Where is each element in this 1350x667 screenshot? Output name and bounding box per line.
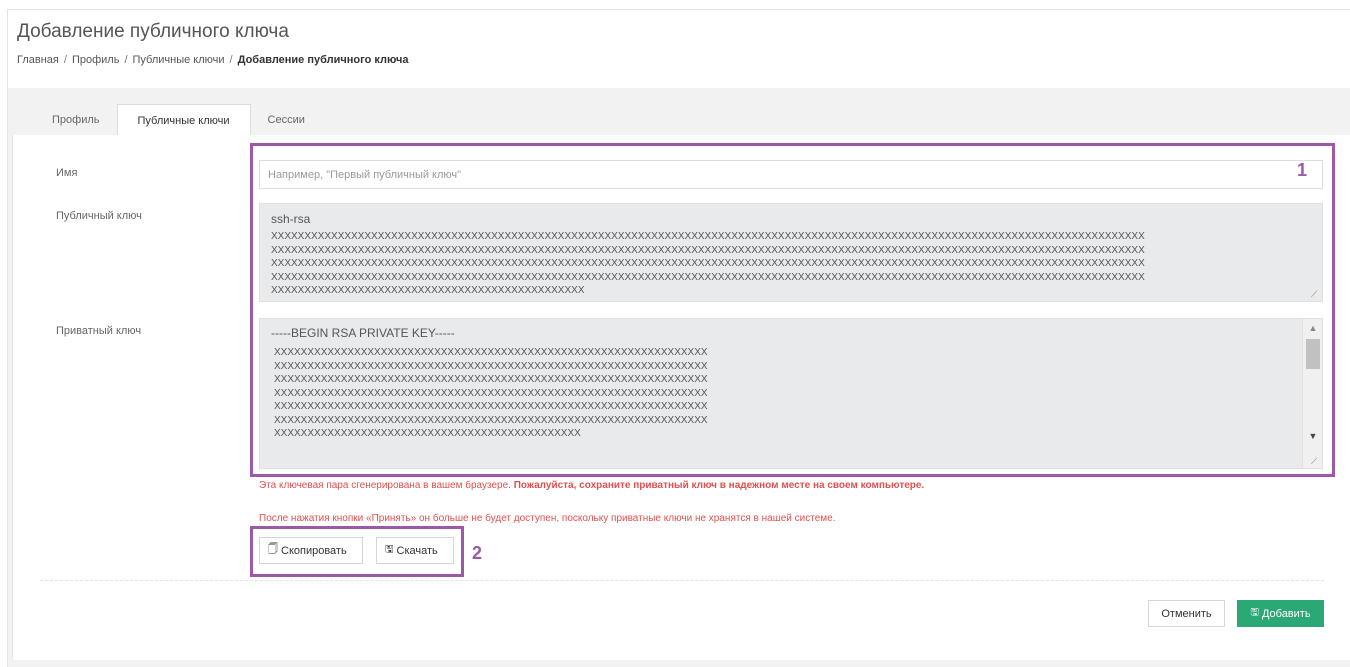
cancel-button-label: Отменить xyxy=(1161,607,1212,620)
tab-public-keys[interactable]: Публичные ключи xyxy=(116,104,251,136)
highlight-box-1 xyxy=(250,143,1335,477)
add-button-label: Добавить xyxy=(1261,607,1311,620)
public-key-label: Публичный ключ xyxy=(56,210,142,222)
warning-generated: Эта ключевая пара сгенерирована в вашем … xyxy=(259,480,924,491)
warning-not-stored: После нажатия кнопки «Принять» он больше… xyxy=(259,513,836,524)
breadcrumb-separator: / xyxy=(124,54,128,66)
tab-sessions[interactable]: Сессии xyxy=(251,104,322,136)
breadcrumb-separator: / xyxy=(63,54,67,66)
tab-bar: Профиль Публичные ключи Сессии xyxy=(35,104,322,136)
breadcrumb-profile[interactable]: Профиль xyxy=(72,54,120,66)
breadcrumb-home[interactable]: Главная xyxy=(17,54,59,66)
warning-save-text: Пожалуйста, сохраните приватный ключ в н… xyxy=(513,480,925,491)
breadcrumb-separator: / xyxy=(229,54,233,66)
cancel-button[interactable]: Отменить xyxy=(1148,600,1225,627)
save-icon: 🖫 xyxy=(1250,607,1259,618)
warning-generated-text: Эта ключевая пара сгенерирована в вашем … xyxy=(259,480,514,491)
highlight-marker-2: 2 xyxy=(472,543,483,563)
divider xyxy=(40,580,1324,581)
private-key-label: Приватный ключ xyxy=(56,325,142,337)
breadcrumb: Главная / Профиль / Публичные ключи / Добавлен… xyxy=(17,54,408,66)
breadcrumb-current: Добавление публичного ключа xyxy=(237,54,409,66)
breadcrumb-public-keys[interactable]: Публичные ключи xyxy=(133,54,225,66)
add-button[interactable]: 🖫 Добавить xyxy=(1237,600,1324,627)
page-title: Добавление публичного ключа xyxy=(17,21,289,42)
tab-profile[interactable]: Профиль xyxy=(35,104,117,136)
highlight-marker-1: 1 xyxy=(1297,160,1308,180)
name-label: Имя xyxy=(56,167,78,179)
highlight-box-2 xyxy=(250,526,464,577)
